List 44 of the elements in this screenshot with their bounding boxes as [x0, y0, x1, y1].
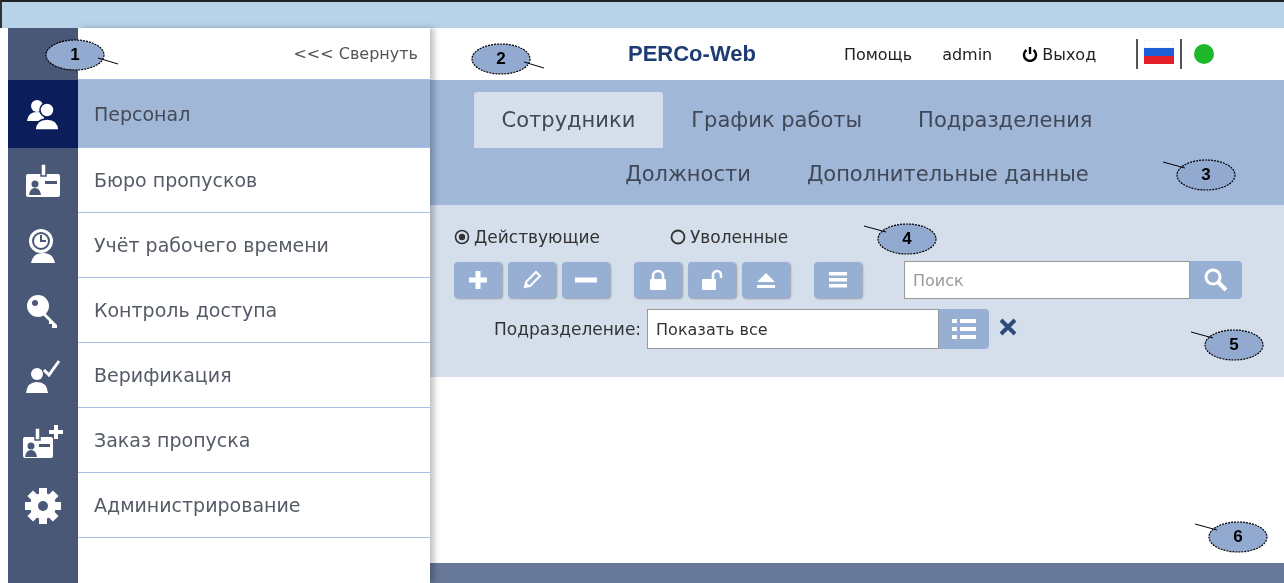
department-label: Подразделение: [494, 319, 642, 339]
lock-button[interactable] [634, 262, 682, 298]
list-icon [951, 318, 978, 340]
tab[interactable]: Подразделения [890, 92, 1121, 148]
department-list-button[interactable] [939, 309, 990, 349]
sidebar-item[interactable]: Персонал [78, 80, 430, 148]
id-badge-icon [25, 163, 61, 198]
add-button[interactable] [454, 262, 502, 298]
search-icon [1203, 267, 1229, 293]
tab[interactable]: Дополнительные данные [778, 148, 1117, 200]
eject-button[interactable] [742, 262, 790, 298]
power-icon [1022, 46, 1039, 62]
person-check-icon [24, 357, 62, 394]
logout-link[interactable]: Выход [1022, 44, 1097, 64]
search-field[interactable]: Поиск [904, 261, 1190, 299]
plus-icon [467, 269, 489, 291]
user-name[interactable]: admin [942, 44, 993, 64]
unlock-icon [701, 269, 723, 291]
persons-icon [25, 97, 61, 131]
lock-icon [647, 269, 669, 291]
unlock-button[interactable] [688, 262, 736, 298]
radio-option[interactable]: Действующие [454, 227, 600, 247]
delete-button[interactable] [562, 262, 610, 298]
tab[interactable]: График работы [663, 92, 891, 148]
settings-icon [24, 486, 62, 525]
sidebar-item[interactable]: Заказ пропуска [78, 408, 430, 473]
sidebar-item[interactable]: Администрирование [78, 473, 430, 538]
search-button[interactable] [1190, 261, 1242, 299]
pencil-icon [521, 269, 543, 291]
list-icon [827, 269, 849, 291]
department-field[interactable]: Показать все [647, 309, 940, 349]
edit-button[interactable] [508, 262, 556, 298]
clear-icon[interactable] [999, 318, 1018, 336]
tab[interactable]: Должности [597, 148, 779, 200]
radio-option[interactable]: Уволенные [669, 227, 789, 247]
flag-icon [1144, 40, 1175, 64]
tab[interactable]: Сотрудники [473, 92, 664, 148]
help-link[interactable]: Помощь [843, 44, 913, 64]
sidebar-item[interactable]: Верификация [78, 343, 430, 408]
list-button[interactable] [814, 262, 862, 298]
minus-icon [575, 277, 597, 283]
id-badge-plus-icon [22, 422, 64, 459]
collapse-link[interactable]: <<< Свернуть [293, 44, 418, 63]
app-logo: PERCo-Web [628, 41, 756, 67]
